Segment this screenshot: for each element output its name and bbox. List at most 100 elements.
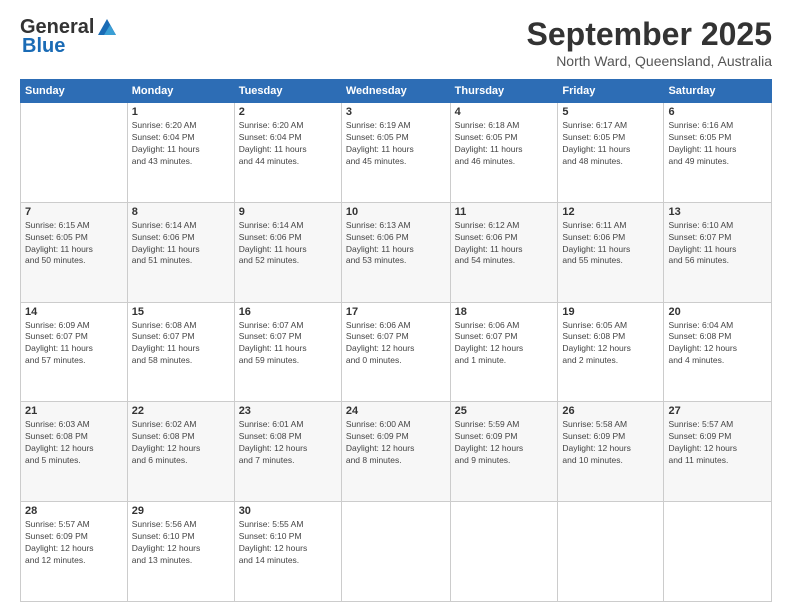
calendar-cell (558, 502, 664, 602)
day-info: Sunrise: 5:59 AM Sunset: 6:09 PM Dayligh… (455, 419, 554, 467)
day-info: Sunrise: 6:12 AM Sunset: 6:06 PM Dayligh… (455, 220, 554, 268)
location: North Ward, Queensland, Australia (527, 53, 772, 69)
col-sunday: Sunday (21, 80, 128, 103)
calendar-cell: 23 Sunrise: 6:01 AM Sunset: 6:08 PM Dayli… (234, 402, 341, 502)
calendar-cell (21, 103, 128, 203)
calendar-cell (341, 502, 450, 602)
col-wednesday: Wednesday (341, 80, 450, 103)
calendar-cell: 28Sunrise: 5:57 AM Sunset: 6:09 PM Dayli… (21, 502, 128, 602)
day-number: 2 (239, 106, 337, 118)
day-number: 8 (132, 206, 230, 218)
logo-icon (96, 17, 118, 39)
col-friday: Friday (558, 80, 664, 103)
col-thursday: Thursday (450, 80, 558, 103)
title-block: September 2025 North Ward, Queensland, A… (527, 16, 772, 69)
calendar-cell: 12Sunrise: 6:11 AM Sunset: 6:06 PM Dayli… (558, 202, 664, 302)
calendar-cell: 2Sunrise: 6:20 AM Sunset: 6:04 PM Daylig… (234, 103, 341, 203)
week-row-5: 28Sunrise: 5:57 AM Sunset: 6:09 PM Dayli… (21, 502, 772, 602)
day-number: 26 (562, 405, 659, 417)
day-number: 15 (132, 306, 230, 318)
day-number: 1 (132, 106, 230, 118)
day-number: 22 (132, 405, 230, 417)
page-header: General Blue September 2025 North Ward, … (20, 16, 772, 69)
day-info: Sunrise: 5:57 AM Sunset: 6:09 PM Dayligh… (668, 419, 767, 467)
week-row-1: 1 Sunrise: 6:20 AM Sunset: 6:04 PM Daylig… (21, 103, 772, 203)
day-info: Sunrise: 6:05 AM Sunset: 6:08 PM Dayligh… (562, 320, 659, 368)
day-number: 23 (239, 405, 337, 417)
calendar-cell: 18 Sunrise: 6:06 AM Sunset: 6:07 PM Dayli… (450, 302, 558, 402)
day-info: Sunrise: 6:02 AM Sunset: 6:08 PM Dayligh… (132, 419, 230, 467)
calendar-cell: 17Sunrise: 6:06 AM Sunset: 6:07 PM Dayli… (341, 302, 450, 402)
calendar-cell: 1 Sunrise: 6:20 AM Sunset: 6:04 PM Daylig… (127, 103, 234, 203)
calendar-cell: 4 Sunrise: 6:18 AM Sunset: 6:05 PM Daylig… (450, 103, 558, 203)
day-number: 24 (346, 405, 446, 417)
day-number: 6 (668, 106, 767, 118)
month-title: September 2025 (527, 16, 772, 53)
day-info: Sunrise: 6:20 AM Sunset: 6:04 PM Dayligh… (132, 120, 230, 168)
day-info: Sunrise: 6:01 AM Sunset: 6:08 PM Dayligh… (239, 419, 337, 467)
day-number: 19 (562, 306, 659, 318)
calendar-cell: 10 Sunrise: 6:13 AM Sunset: 6:06 PM Dayli… (341, 202, 450, 302)
col-saturday: Saturday (664, 80, 772, 103)
calendar-cell: 14 Sunrise: 6:09 AM Sunset: 6:07 PM Dayli… (21, 302, 128, 402)
calendar-header-row: Sunday Monday Tuesday Wednesday Thursday… (21, 80, 772, 103)
calendar-cell: 8 Sunrise: 6:14 AM Sunset: 6:06 PM Daylig… (127, 202, 234, 302)
calendar-cell (450, 502, 558, 602)
day-number: 4 (455, 106, 554, 118)
day-number: 18 (455, 306, 554, 318)
day-number: 7 (25, 206, 123, 218)
day-info: Sunrise: 5:55 AM Sunset: 6:10 PM Dayligh… (239, 519, 337, 567)
day-info: Sunrise: 6:14 AM Sunset: 6:06 PM Dayligh… (239, 220, 337, 268)
calendar-cell: 20 Sunrise: 6:04 AM Sunset: 6:08 PM Dayli… (664, 302, 772, 402)
day-number: 10 (346, 206, 446, 218)
day-number: 13 (668, 206, 767, 218)
calendar-cell: 24 Sunrise: 6:00 AM Sunset: 6:09 PM Dayli… (341, 402, 450, 502)
day-info: Sunrise: 6:07 AM Sunset: 6:07 PM Dayligh… (239, 320, 337, 368)
calendar-cell: 25 Sunrise: 5:59 AM Sunset: 6:09 PM Dayli… (450, 402, 558, 502)
week-row-3: 14 Sunrise: 6:09 AM Sunset: 6:07 PM Dayli… (21, 302, 772, 402)
day-info: Sunrise: 6:13 AM Sunset: 6:06 PM Dayligh… (346, 220, 446, 268)
day-number: 30 (239, 505, 337, 517)
day-info: Sunrise: 6:08 AM Sunset: 6:07 PM Dayligh… (132, 320, 230, 368)
calendar-cell: 29 Sunrise: 5:56 AM Sunset: 6:10 PM Dayli… (127, 502, 234, 602)
calendar-cell: 13Sunrise: 6:10 AM Sunset: 6:07 PM Dayli… (664, 202, 772, 302)
day-info: Sunrise: 6:16 AM Sunset: 6:05 PM Dayligh… (668, 120, 767, 168)
calendar-cell: 3Sunrise: 6:19 AM Sunset: 6:05 PM Daylig… (341, 103, 450, 203)
day-info: Sunrise: 6:19 AM Sunset: 6:05 PM Dayligh… (346, 120, 446, 168)
day-info: Sunrise: 6:18 AM Sunset: 6:05 PM Dayligh… (455, 120, 554, 168)
day-info: Sunrise: 6:15 AM Sunset: 6:05 PM Dayligh… (25, 220, 123, 268)
week-row-2: 7 Sunrise: 6:15 AM Sunset: 6:05 PM Daylig… (21, 202, 772, 302)
calendar-cell: 15 Sunrise: 6:08 AM Sunset: 6:07 PM Dayli… (127, 302, 234, 402)
calendar-table: Sunday Monday Tuesday Wednesday Thursday… (20, 79, 772, 602)
col-monday: Monday (127, 80, 234, 103)
day-info: Sunrise: 6:04 AM Sunset: 6:08 PM Dayligh… (668, 320, 767, 368)
calendar-cell: 27 Sunrise: 5:57 AM Sunset: 6:09 PM Dayli… (664, 402, 772, 502)
calendar-cell: 7 Sunrise: 6:15 AM Sunset: 6:05 PM Daylig… (21, 202, 128, 302)
day-info: Sunrise: 6:06 AM Sunset: 6:07 PM Dayligh… (455, 320, 554, 368)
day-number: 28 (25, 505, 123, 517)
calendar-cell: 11Sunrise: 6:12 AM Sunset: 6:06 PM Dayli… (450, 202, 558, 302)
calendar-cell: 5Sunrise: 6:17 AM Sunset: 6:05 PM Daylig… (558, 103, 664, 203)
logo: General Blue (20, 16, 118, 58)
day-number: 14 (25, 306, 123, 318)
calendar-cell: 6 Sunrise: 6:16 AM Sunset: 6:05 PM Daylig… (664, 103, 772, 203)
day-number: 27 (668, 405, 767, 417)
day-number: 9 (239, 206, 337, 218)
calendar-cell: 26 Sunrise: 5:58 AM Sunset: 6:09 PM Dayli… (558, 402, 664, 502)
day-info: Sunrise: 6:14 AM Sunset: 6:06 PM Dayligh… (132, 220, 230, 268)
day-info: Sunrise: 5:56 AM Sunset: 6:10 PM Dayligh… (132, 519, 230, 567)
calendar-cell: 16 Sunrise: 6:07 AM Sunset: 6:07 PM Dayli… (234, 302, 341, 402)
day-number: 25 (455, 405, 554, 417)
calendar-cell: 21Sunrise: 6:03 AM Sunset: 6:08 PM Dayli… (21, 402, 128, 502)
day-number: 16 (239, 306, 337, 318)
calendar-cell: 22 Sunrise: 6:02 AM Sunset: 6:08 PM Dayli… (127, 402, 234, 502)
day-number: 29 (132, 505, 230, 517)
calendar-cell: 9 Sunrise: 6:14 AM Sunset: 6:06 PM Daylig… (234, 202, 341, 302)
day-number: 20 (668, 306, 767, 318)
calendar-cell (664, 502, 772, 602)
day-info: Sunrise: 6:00 AM Sunset: 6:09 PM Dayligh… (346, 419, 446, 467)
logo-blue: Blue (20, 35, 65, 58)
day-info: Sunrise: 6:11 AM Sunset: 6:06 PM Dayligh… (562, 220, 659, 268)
day-info: Sunrise: 5:58 AM Sunset: 6:09 PM Dayligh… (562, 419, 659, 467)
day-info: Sunrise: 6:09 AM Sunset: 6:07 PM Dayligh… (25, 320, 123, 368)
